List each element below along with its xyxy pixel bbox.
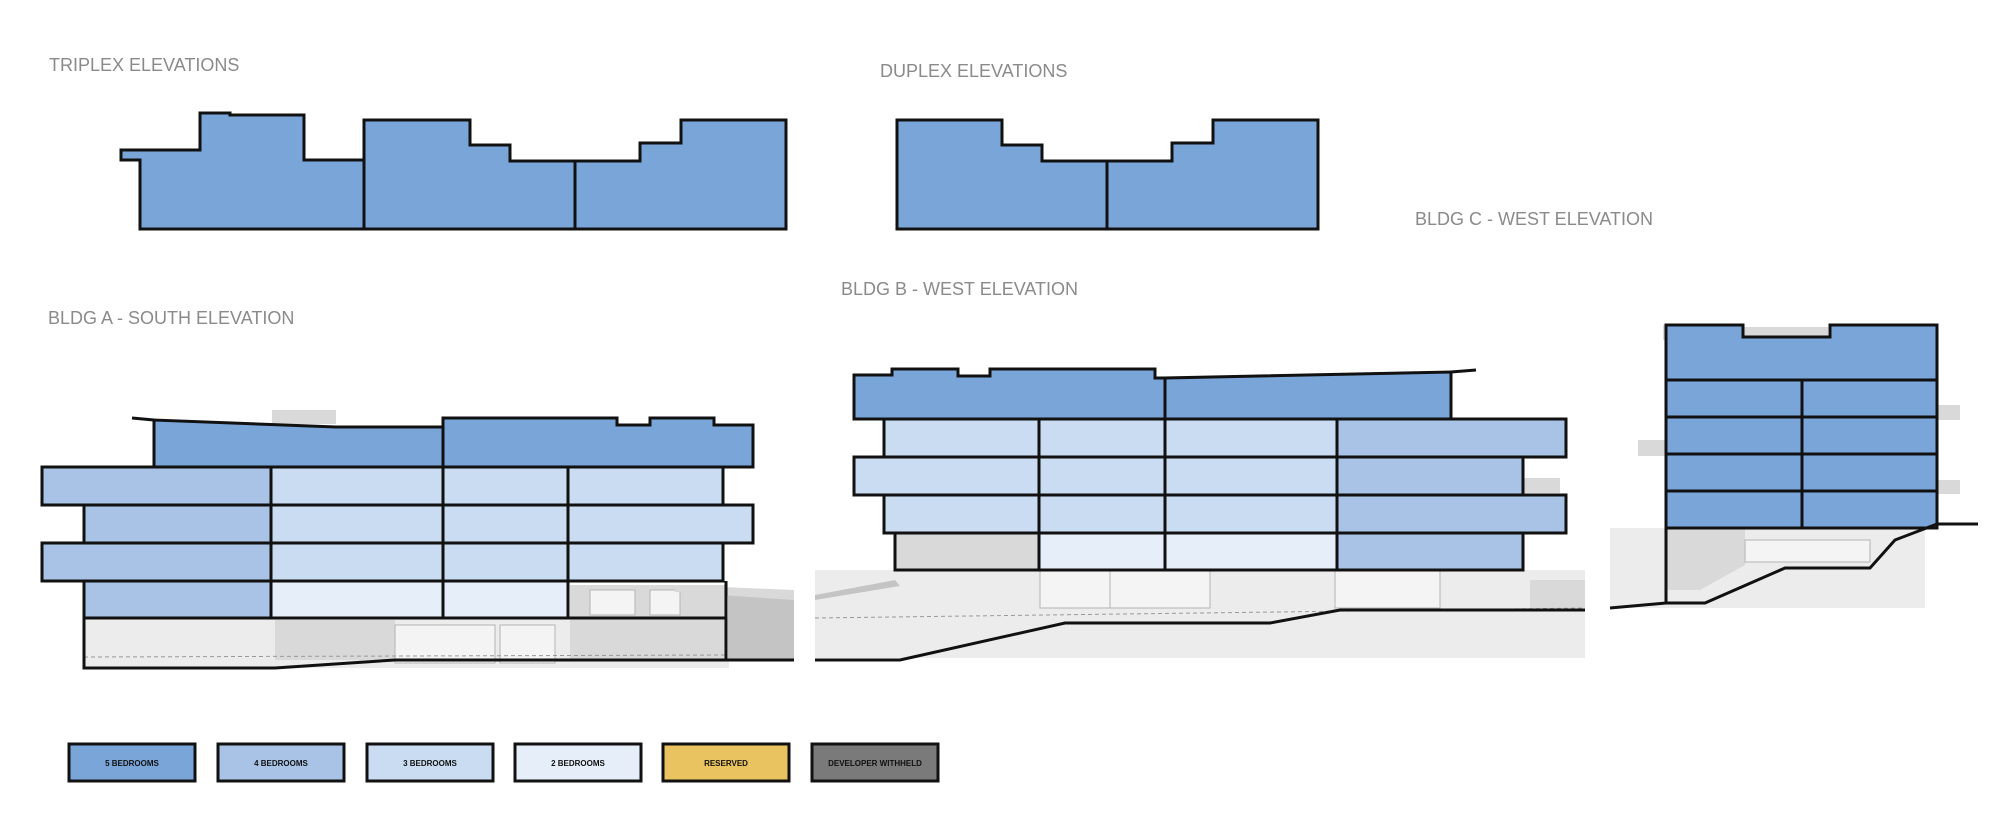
bldg-a-f4-u4 <box>566 465 725 507</box>
bldg-b-elevation <box>814 367 1586 662</box>
bldg-c-title: BLDG C - WEST ELEVATION <box>1415 209 1653 229</box>
bldg-a-f2-u4 <box>566 541 725 583</box>
legend-item-reserved: RESERVED <box>661 742 791 783</box>
bldg-c-f2-u2 <box>1800 452 1939 493</box>
duplex-unit-2 <box>1105 118 1320 231</box>
legend-label: 5 BEDROOMS <box>105 759 159 768</box>
elevations-diagram: TRIPLEX ELEVATIONS DUPLEX ELEVATIONS BLD… <box>40 55 1978 783</box>
legend-item-3-bedrooms: 3 BEDROOMS <box>365 742 495 783</box>
bldg-b-roof-unit-2 <box>1163 370 1453 421</box>
legend-label: DEVELOPER WITHHELD <box>828 759 922 768</box>
legend-item-5-bedrooms: 5 BEDROOMS <box>67 742 197 783</box>
bldg-b-f1-u3 <box>1335 531 1525 572</box>
legend-item-2-bedrooms: 2 BEDROOMS <box>513 742 643 783</box>
bldg-c-f4-u2 <box>1800 378 1939 419</box>
duplex-title: DUPLEX ELEVATIONS <box>880 61 1067 81</box>
legend-label: 4 BEDROOMS <box>254 759 308 768</box>
legend: 5 BEDROOMS 4 BEDROOMS 3 BEDROOMS 2 BEDRO… <box>67 742 940 783</box>
bldg-b-f4-u2 <box>1037 417 1167 459</box>
legend-item-developer-withheld: DEVELOPER WITHHELD <box>810 742 940 783</box>
bldg-a-f3-u1 <box>82 503 273 545</box>
bldg-b-f3-u4 <box>1335 455 1525 497</box>
bldg-b-f4-u3 <box>1163 417 1339 459</box>
triplex-unit-2 <box>362 118 577 231</box>
bldg-b-f2-u1 <box>882 493 1041 535</box>
bldg-b-f3-u1 <box>852 455 1041 497</box>
bldg-b-f4-u4 <box>1335 417 1568 459</box>
bldg-b-roof-unit-1 <box>852 367 1167 421</box>
legend-label: 2 BEDROOMS <box>551 759 605 768</box>
bldg-a-roof-unit-2 <box>441 416 755 469</box>
bldg-a-f3-u3 <box>441 503 570 545</box>
bldg-c-f1-u1 <box>1664 489 1804 530</box>
bldg-a-roof-unit-1 <box>152 418 445 469</box>
bldg-b-f2-u2 <box>1037 493 1167 535</box>
triplex-title: TRIPLEX ELEVATIONS <box>49 55 239 75</box>
bldg-b-f3-u2 <box>1037 455 1167 497</box>
bldg-a-f1-u3 <box>441 579 570 620</box>
duplex-unit-1 <box>895 118 1109 231</box>
bldg-a-f4-u3 <box>441 465 570 507</box>
bldg-b-f1-u2 <box>1163 531 1339 572</box>
bldg-a-f3-u4 <box>566 503 755 545</box>
bldg-c-elevation <box>1609 323 1978 610</box>
bldg-a-f4-u2 <box>269 465 445 507</box>
triplex-elevation <box>119 111 788 231</box>
bldg-a-f3-u2 <box>269 503 445 545</box>
triplex-unit-3 <box>573 118 788 231</box>
bldg-c-f2-u1 <box>1664 452 1804 493</box>
triplex-unit-1 <box>119 111 366 231</box>
legend-label: RESERVED <box>704 759 748 768</box>
bldg-a-f2-u2 <box>269 541 445 583</box>
legend-label: 3 BEDROOMS <box>403 759 457 768</box>
bldg-b-f2-u3 <box>1163 493 1339 535</box>
bldg-b-f2-u4 <box>1335 493 1568 535</box>
bldg-b-f3-u3 <box>1163 455 1339 497</box>
bldg-a-f4-u1 <box>40 465 273 507</box>
bldg-c-f3-u2 <box>1800 415 1939 456</box>
bldg-a-elevation <box>40 410 794 670</box>
bldg-b-f4-u1 <box>882 417 1041 459</box>
bldg-c-f1-u2 <box>1800 489 1939 530</box>
bldg-b-title: BLDG B - WEST ELEVATION <box>841 279 1078 299</box>
bldg-a-f2-u3 <box>441 541 570 583</box>
duplex-elevation <box>895 118 1320 231</box>
bldg-b-f1-u1 <box>1037 531 1167 572</box>
bldg-a-title: BLDG A - SOUTH ELEVATION <box>48 308 294 328</box>
bldg-a-f1-u2 <box>269 579 445 620</box>
bldg-c-f3-u1 <box>1664 415 1804 456</box>
bldg-a-f2-u1 <box>40 541 273 583</box>
legend-item-4-bedrooms: 4 BEDROOMS <box>216 742 346 783</box>
bldg-c-f4-u1 <box>1664 378 1804 419</box>
bldg-a-f1-u1 <box>82 579 273 620</box>
